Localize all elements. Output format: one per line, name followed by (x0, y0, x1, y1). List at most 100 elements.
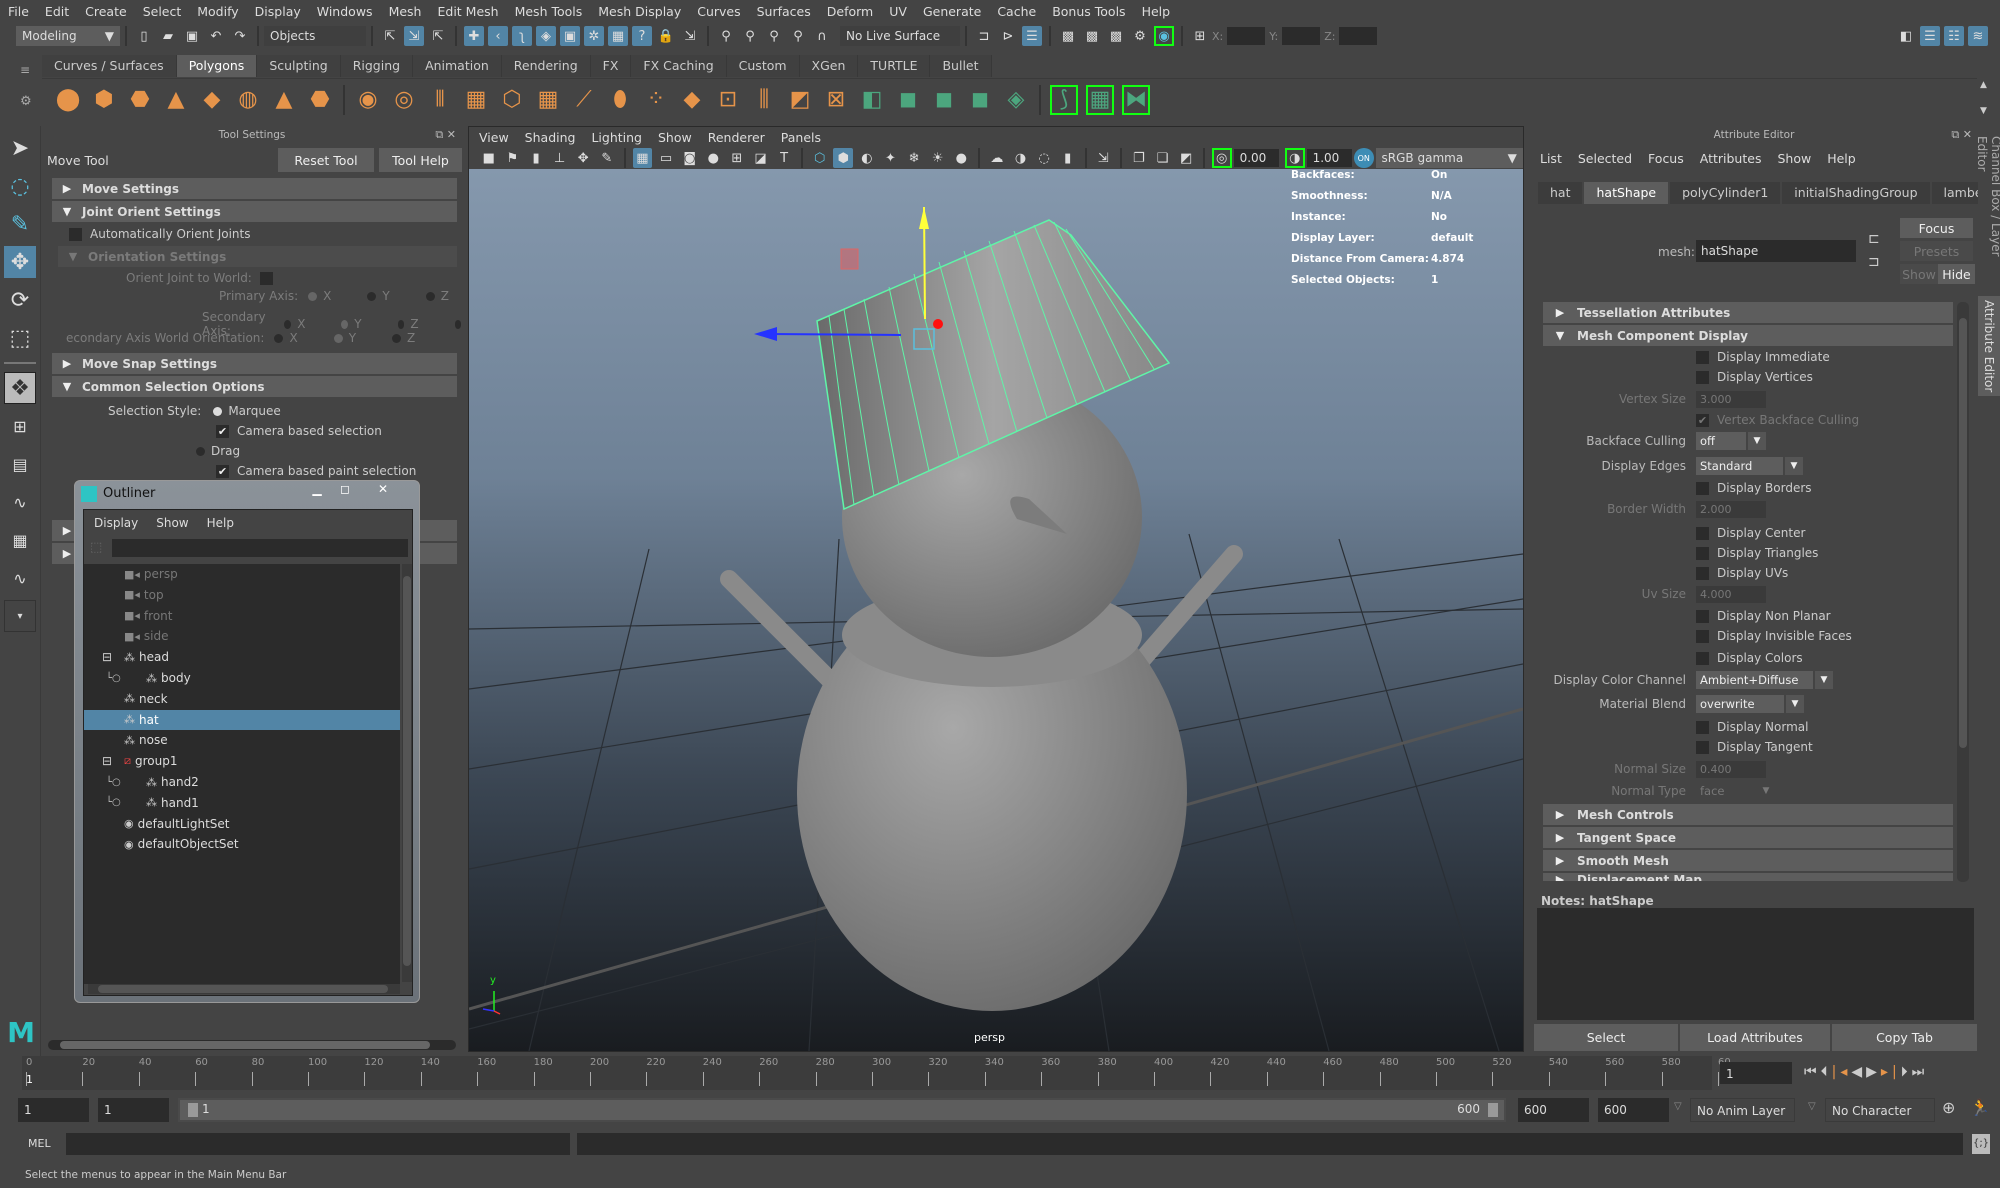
exposure-icon[interactable]: ◎ (1211, 148, 1232, 168)
z-arrow[interactable] (754, 327, 777, 341)
outliner-menu-help[interactable]: Help (207, 516, 234, 534)
float-panel-icon[interactable]: ⧉ (435, 128, 443, 141)
viewport-menu-show[interactable]: Show (658, 130, 692, 145)
uv-automatic-icon[interactable]: ◈ (1002, 85, 1030, 115)
load-input-icon[interactable]: ⊏ (1868, 231, 1880, 247)
select-object-icon[interactable]: ⇲ (404, 26, 424, 46)
timeline-ticks[interactable]: 0 20 40 60 80 100 120 140 160 180 200 220 240 260 280 3… (22, 1056, 1731, 1090)
snap-vertex-icon[interactable]: ✲ (584, 26, 604, 46)
menu-help[interactable]: Help (1142, 4, 1171, 19)
anim-end-field[interactable]: 600 (1518, 1098, 1589, 1122)
color-channel-dropdown[interactable]: Ambient+Diffuse ▼ (1696, 671, 1833, 689)
display-uvs-checkbox[interactable] (1696, 566, 1709, 580)
bookmark-icon[interactable]: ▮ (526, 148, 546, 168)
anim-start-field[interactable]: 1 (98, 1098, 169, 1122)
single-perspective-layout-icon[interactable]: ❖ (4, 372, 36, 404)
ae-menu-show[interactable]: Show (1777, 151, 1811, 166)
ipr-render-icon[interactable]: ▩ (1106, 26, 1126, 46)
secondary-none-radio[interactable] (454, 319, 462, 329)
save-scene-icon[interactable]: ▣ (182, 26, 202, 46)
uv-cylindrical-icon[interactable]: ◼ (930, 85, 958, 115)
menu-create[interactable]: Create (85, 4, 127, 19)
end-time-field[interactable]: 600 (1598, 1098, 1669, 1122)
render-sequence-icon[interactable]: ▩ (1082, 26, 1102, 46)
shelf-scroll-up-icon[interactable]: ▲ (1980, 80, 1987, 90)
minimize-icon[interactable]: ▁ (303, 482, 331, 500)
normal-size-field[interactable]: 0.400 (1696, 760, 1766, 778)
menu-mesh[interactable]: Mesh (389, 4, 422, 19)
boolean-icon[interactable]: ⬡ (498, 85, 526, 115)
display-nonplanar-checkbox[interactable] (1696, 609, 1709, 623)
mesh-name-field[interactable]: hatShape (1696, 240, 1856, 262)
orient-world-checkbox[interactable] (259, 271, 273, 285)
display-colors-checkbox[interactable] (1696, 651, 1709, 665)
load-output-icon[interactable]: ⊐ (1868, 254, 1880, 270)
snap-curve-icon[interactable]: ‹ (488, 26, 508, 46)
display-normal-row[interactable]: Display Normal (1543, 718, 1953, 736)
sidebar-toggle-icon[interactable]: ☰ (1022, 26, 1042, 46)
display-borders-checkbox[interactable] (1696, 481, 1709, 495)
append-polygon-icon[interactable]: ◩ (786, 85, 814, 115)
select-component-icon[interactable]: ⇱ (428, 26, 448, 46)
help-question-icon[interactable]: ? (632, 26, 652, 46)
scrollbar-thumb[interactable] (403, 576, 411, 966)
outliner-menu-show[interactable]: Show (156, 516, 188, 534)
marquee-radio[interactable] (213, 406, 223, 416)
separate-icon[interactable]: ◎ (390, 85, 418, 115)
shelf-gear-icon[interactable]: ⚙ (20, 94, 32, 109)
xray-active-icon[interactable]: ❏ (1153, 148, 1173, 168)
normal-type-dropdown[interactable]: face ▼ (1696, 782, 1776, 800)
select-button[interactable]: Select (1534, 1024, 1678, 1051)
smooth-mesh-frame[interactable]: ▶ Smooth Mesh (1543, 850, 1953, 871)
open-scene-icon[interactable]: ▰ (158, 26, 178, 46)
ae-menu-focus[interactable]: Focus (1648, 151, 1684, 166)
poly-platonic-icon[interactable]: ◆ (198, 85, 226, 115)
input-history-icon[interactable]: ⚲ (740, 26, 760, 46)
anti-aliasing-icon[interactable]: ◑ (1011, 148, 1031, 168)
new-scene-icon[interactable]: ▯ (134, 26, 154, 46)
x-axis-handle[interactable] (933, 319, 943, 329)
shelf-tab-rigging[interactable]: Rigging (340, 55, 414, 77)
range-start-handle[interactable] (188, 1103, 198, 1117)
start-time-field[interactable]: 1 (18, 1098, 89, 1122)
uv-editor-layout-icon[interactable]: ∿ (4, 562, 36, 594)
poly-cube-icon[interactable]: ⬢ (90, 85, 118, 115)
uv-unfold-icon[interactable]: ⧓ (1122, 84, 1150, 115)
shelf-tab-curves-surfaces[interactable]: Curves / Surfaces (42, 55, 177, 77)
attribute-editor-tab[interactable]: Attribute Editor (1978, 296, 2000, 396)
undo-icon[interactable]: ↶ (206, 26, 226, 46)
render-settings-icon[interactable]: ⚙ (1130, 26, 1150, 46)
textured-icon[interactable]: ✦ (881, 148, 901, 168)
mel-label[interactable]: MEL (28, 1137, 51, 1150)
outliner-item-side[interactable]: ■◂ side (84, 626, 400, 646)
outliner-item-defaultLightSet[interactable]: ◉ defaultLightSet (84, 814, 400, 834)
shelf-tab-fx-caching[interactable]: FX Caching (631, 55, 727, 77)
outliner-item-defaultObjectSet[interactable]: ◉ defaultObjectSet (84, 834, 400, 854)
reset-tool-button[interactable]: Reset Tool (278, 148, 374, 172)
absolute-transform-icon[interactable]: ⊞ (1190, 26, 1210, 46)
target-weld-icon[interactable]: ⊠ (822, 85, 850, 115)
z-axis-handle[interactable] (768, 333, 902, 336)
y-field[interactable] (1282, 27, 1321, 45)
resolution-gate-icon[interactable]: ◙ (680, 148, 700, 168)
move-snap-frame[interactable]: ▶ Move Snap Settings (52, 353, 457, 374)
gamma-field[interactable]: 1.00 (1306, 149, 1352, 167)
viewport-menu-panels[interactable]: Panels (781, 130, 821, 145)
shadows-icon[interactable]: ☀ (928, 148, 948, 168)
tangent-space-frame[interactable]: ▶ Tangent Space (1543, 827, 1953, 848)
shelf-tab-polygons[interactable]: Polygons (176, 55, 258, 77)
maximize-icon[interactable]: ◻ (331, 482, 359, 500)
redo-icon[interactable]: ↷ (230, 26, 250, 46)
outliner-item-hat[interactable]: ⁂ hat (84, 709, 400, 730)
outliner-item-hand1[interactable]: └○ ⁂ hand1 (84, 793, 400, 813)
use-all-lights-icon[interactable]: ❄ (904, 148, 924, 168)
character-set-chevron-icon[interactable]: ▽ (1808, 1101, 1816, 1112)
scrollbar-thumb[interactable] (98, 985, 388, 993)
menu-file[interactable]: File (8, 4, 29, 19)
snap-surface-icon[interactable]: ▣ (560, 26, 580, 46)
border-width-field[interactable]: 2.000 (1696, 500, 1766, 518)
snap-point-icon[interactable]: ʅ (512, 26, 532, 46)
display-invisible-checkbox[interactable] (1696, 629, 1709, 643)
poly-sphere-icon[interactable]: ⬤ (54, 85, 82, 115)
extrude-icon[interactable]: ◆ (678, 85, 706, 115)
